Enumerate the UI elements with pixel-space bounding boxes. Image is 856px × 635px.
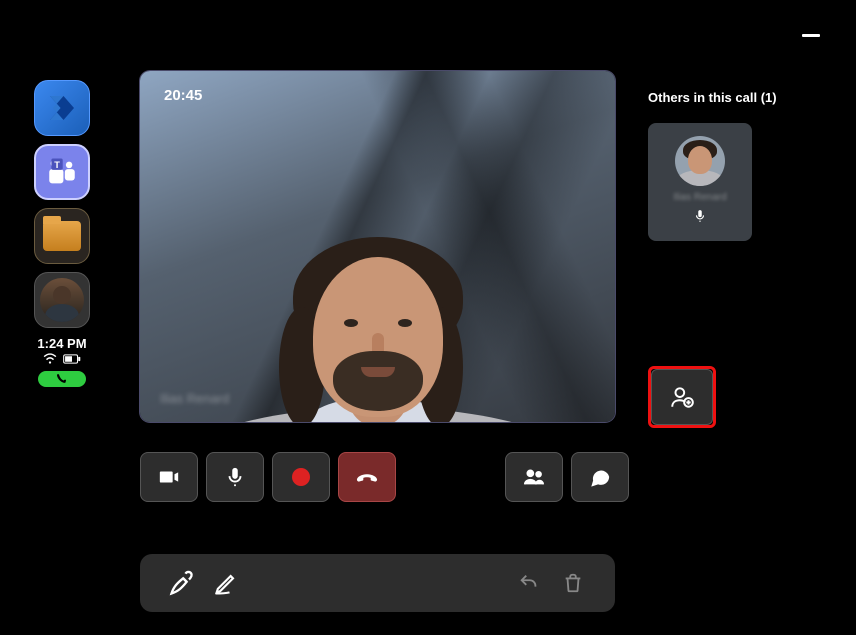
hangup-button[interactable] bbox=[338, 452, 396, 502]
chat-icon bbox=[589, 466, 611, 488]
participant-tile-name: Ilias Renard bbox=[673, 192, 726, 203]
mic-icon bbox=[693, 209, 707, 228]
sidebar-item-dynamics[interactable] bbox=[34, 80, 90, 136]
sidebar-item-avatar[interactable] bbox=[34, 272, 90, 328]
battery-icon bbox=[63, 353, 81, 365]
dynamics-icon bbox=[44, 90, 80, 126]
call-controls bbox=[140, 452, 396, 502]
chat-button[interactable] bbox=[571, 452, 629, 502]
sidebar-item-files[interactable] bbox=[34, 208, 90, 264]
sidebar-item-teams[interactable]: T bbox=[34, 144, 90, 200]
undo-icon bbox=[518, 572, 540, 594]
camera-icon bbox=[158, 466, 180, 488]
mic-button[interactable] bbox=[206, 452, 264, 502]
marker-button[interactable] bbox=[204, 561, 248, 605]
wifi-icon bbox=[43, 353, 57, 365]
microphone-icon bbox=[224, 466, 246, 488]
participant-avatar bbox=[675, 136, 725, 186]
teams-icon: T bbox=[45, 155, 79, 189]
call-duration: 20:45 bbox=[164, 87, 202, 104]
add-people-highlight bbox=[648, 366, 716, 428]
add-people-button[interactable] bbox=[651, 369, 713, 425]
hangup-icon bbox=[356, 466, 378, 488]
delete-button[interactable] bbox=[551, 561, 595, 605]
participants-header: Others in this call (1) bbox=[648, 90, 828, 105]
call-controls-right bbox=[505, 452, 629, 502]
camera-button[interactable] bbox=[140, 452, 198, 502]
pen-toolbar bbox=[140, 554, 615, 612]
phone-icon bbox=[56, 373, 68, 385]
marker-icon bbox=[212, 569, 240, 597]
participant-tile[interactable]: Ilias Renard bbox=[648, 123, 752, 241]
undo-button[interactable] bbox=[507, 561, 551, 605]
active-call-pill[interactable] bbox=[38, 371, 86, 387]
svg-text:T: T bbox=[54, 160, 60, 170]
record-icon bbox=[292, 468, 310, 486]
pen-button[interactable] bbox=[160, 561, 204, 605]
minimize-button[interactable] bbox=[802, 34, 820, 37]
app-sidebar: T 1:24 PM bbox=[24, 80, 100, 387]
clock-time: 1:24 PM bbox=[24, 336, 100, 351]
main-video[interactable]: 20:45 Ilias Renard bbox=[140, 71, 615, 422]
participant-name-label: Ilias Renard bbox=[160, 391, 229, 406]
participants-panel: Others in this call (1) Ilias Renard bbox=[648, 90, 828, 241]
people-button[interactable] bbox=[505, 452, 563, 502]
folder-icon bbox=[43, 221, 81, 251]
add-people-icon bbox=[669, 384, 695, 410]
record-button[interactable] bbox=[272, 452, 330, 502]
user-avatar-icon bbox=[40, 278, 84, 322]
pen-icon bbox=[168, 569, 196, 597]
trash-icon bbox=[562, 572, 584, 594]
people-icon bbox=[523, 466, 545, 488]
